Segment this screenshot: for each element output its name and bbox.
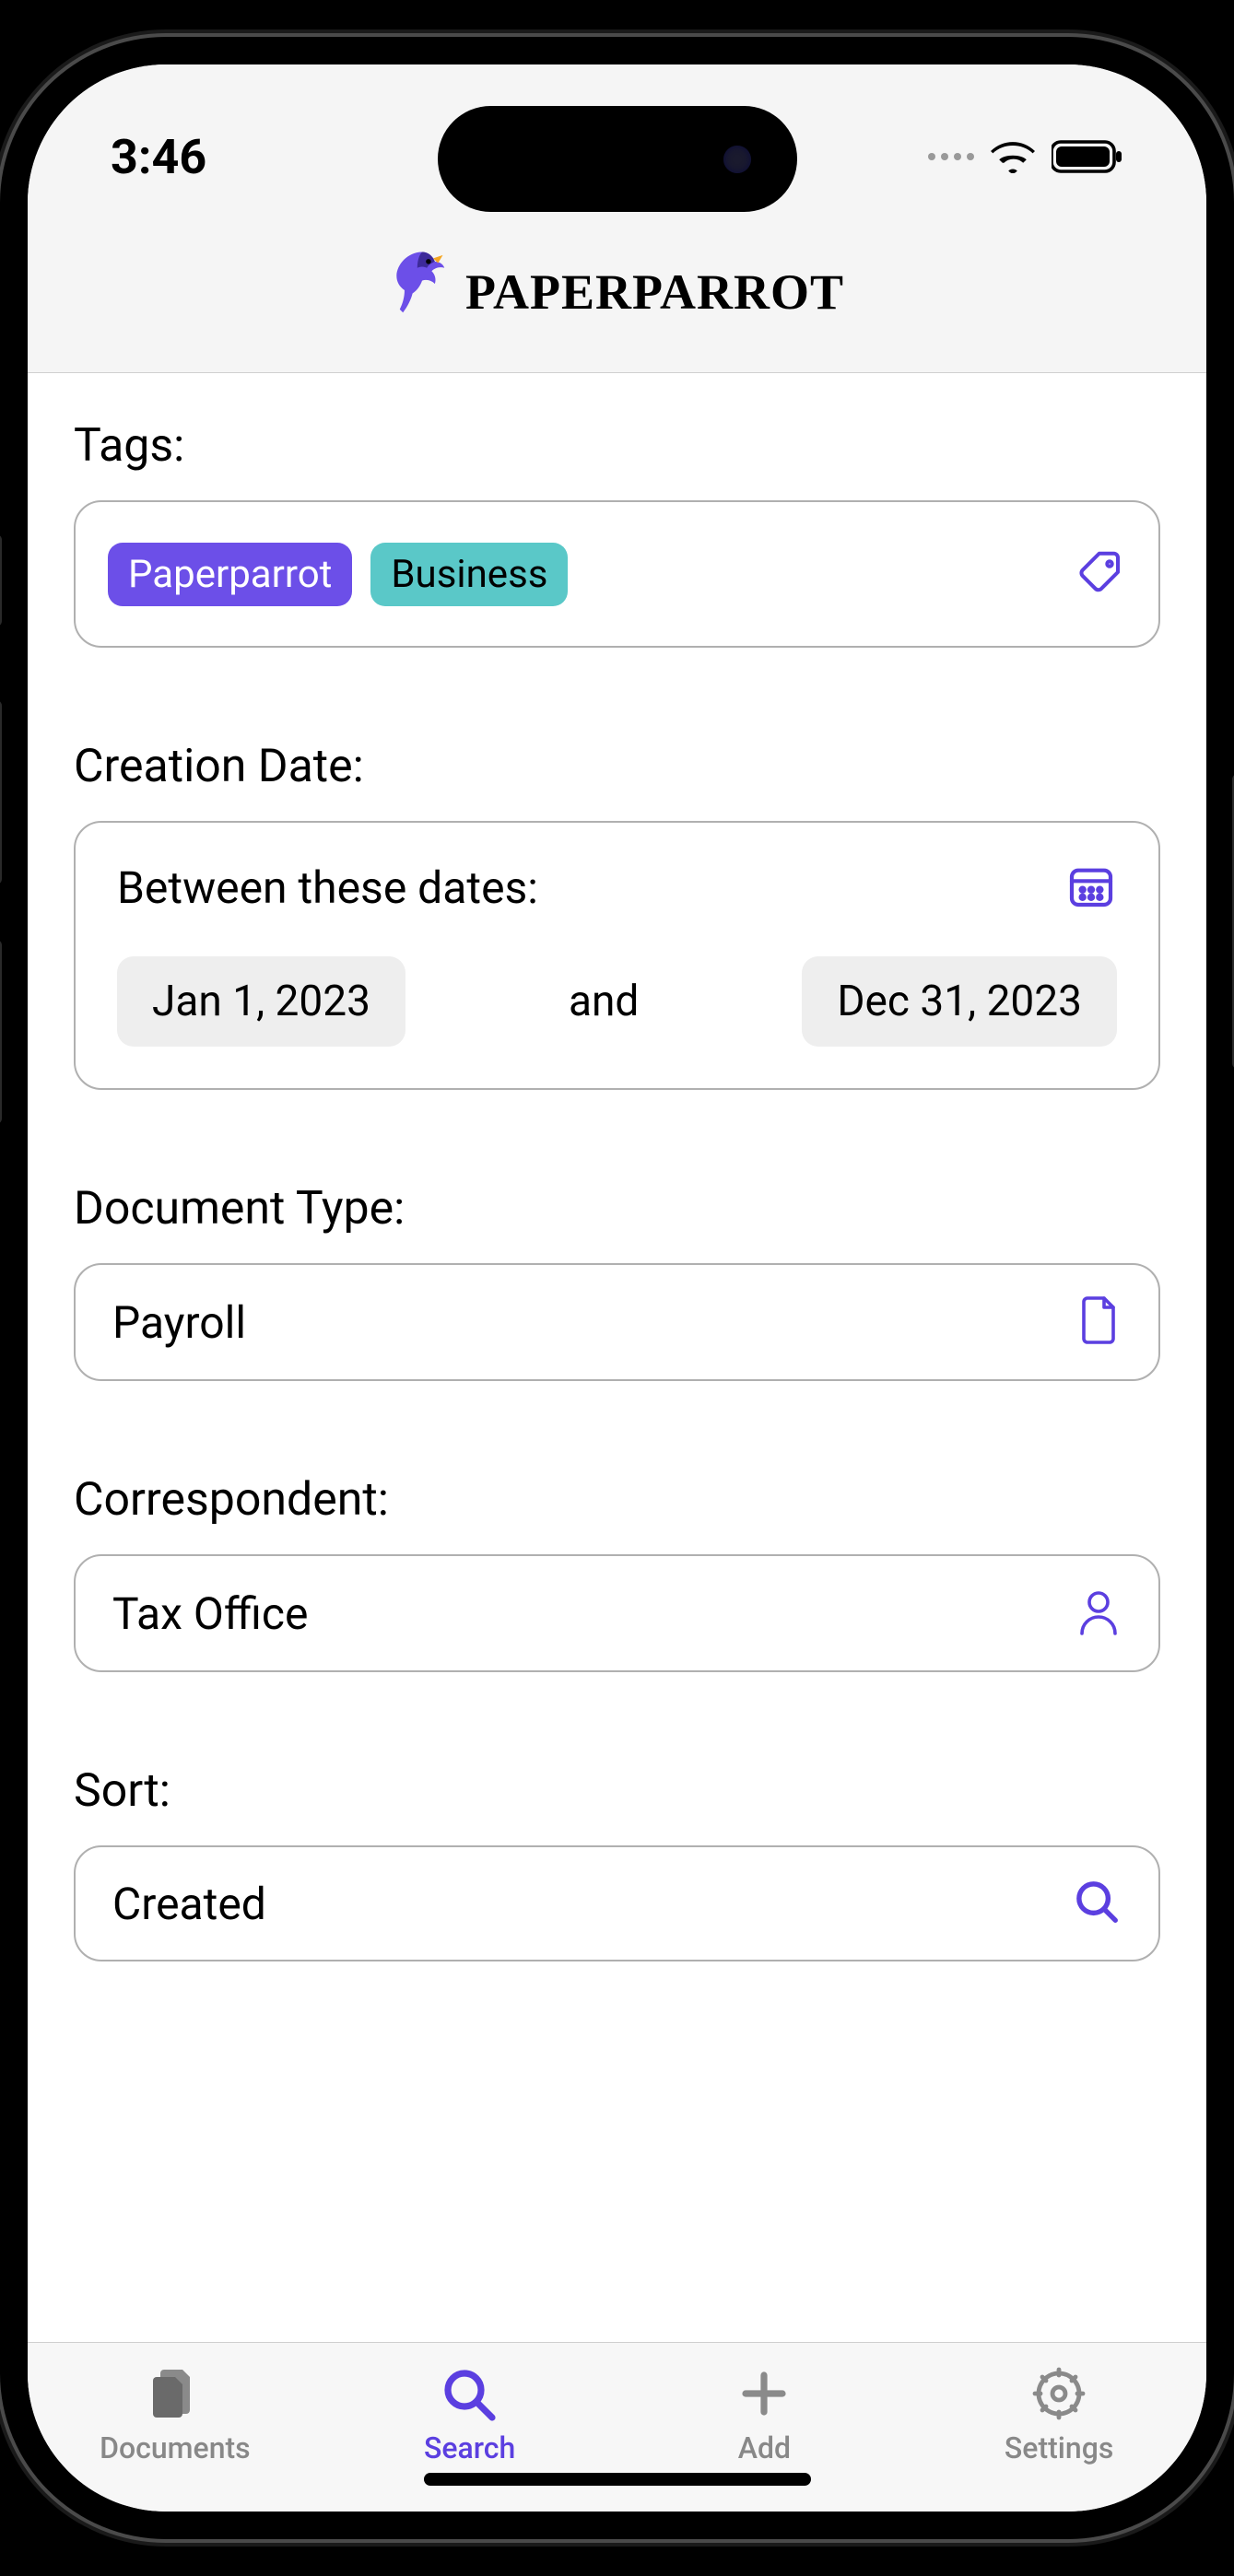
volume-up-button [0,700,2,884]
plus-icon [735,2366,793,2421]
tab-settings[interactable]: Settings [911,2366,1206,2465]
date-from-button[interactable]: Jan 1, 2023 [117,956,405,1047]
gear-icon [1029,2366,1088,2421]
status-icons [928,140,1123,173]
doctype-value: Payroll [112,1296,246,1349]
date-header: Between these dates: [117,860,1117,915]
side-button [0,534,2,626]
document-icon [1075,1294,1122,1350]
documents-icon [146,2366,205,2421]
tab-search[interactable]: Search [323,2366,617,2465]
camera-dot [723,146,751,173]
tag-icon [1076,547,1126,601]
wifi-icon [991,140,1035,173]
date-row: Jan 1, 2023 and Dec 31, 2023 [117,956,1117,1047]
tags-label: Tags: [74,419,1160,473]
doctype-field[interactable]: Payroll [74,1263,1160,1381]
search-tab-icon [441,2366,499,2421]
app-title: PAPERPARROT [465,263,844,321]
correspondent-value: Tax Office [112,1587,308,1640]
sort-label: Sort: [74,1764,1160,1818]
home-indicator[interactable] [424,2473,811,2486]
cellular-dots-icon [928,153,974,160]
person-icon [1075,1586,1122,1641]
search-form: Tags: Paperparrot Business Creation Date… [28,373,1206,2342]
tab-documents-label: Documents [100,2430,251,2465]
dynamic-island [438,106,797,212]
correspondent-field[interactable]: Tax Office [74,1554,1160,1672]
doctype-label: Document Type: [74,1182,1160,1235]
tab-documents[interactable]: Documents [28,2366,323,2465]
tab-add[interactable]: Add [617,2366,912,2465]
tags-field[interactable]: Paperparrot Business [74,500,1160,648]
tab-add-label: Add [738,2430,791,2465]
creation-date-field: Between these dates: Jan 1, 2023 and Dec… [74,821,1160,1090]
sort-field[interactable]: Created [74,1845,1160,1961]
phone-screen: 3:46 [28,64,1206,2512]
tags-row: Paperparrot Business [108,543,568,606]
date-to-button[interactable]: Dec 31, 2023 [802,956,1117,1047]
tab-settings-label: Settings [1005,2430,1113,2465]
calendar-icon[interactable] [1065,860,1117,915]
battery-icon [1052,140,1123,173]
app-header: PAPERPARROT [28,230,1206,373]
date-mode-label: Between these dates: [117,861,538,914]
correspondent-label: Correspondent: [74,1473,1160,1527]
parrot-logo-icon [390,249,454,335]
creation-date-label: Creation Date: [74,740,1160,793]
search-icon [1072,1877,1122,1930]
tag-chip-business[interactable]: Business [370,543,568,606]
status-time: 3:46 [111,129,206,185]
date-and-label: and [569,977,639,1026]
phone-frame: 3:46 [0,37,1234,2539]
tab-search-label: Search [424,2430,515,2465]
tab-bar: Documents Search Add Settings [28,2342,1206,2512]
tag-chip-paperparrot[interactable]: Paperparrot [108,543,352,606]
volume-down-button [0,940,2,1124]
sort-value: Created [112,1878,266,1930]
